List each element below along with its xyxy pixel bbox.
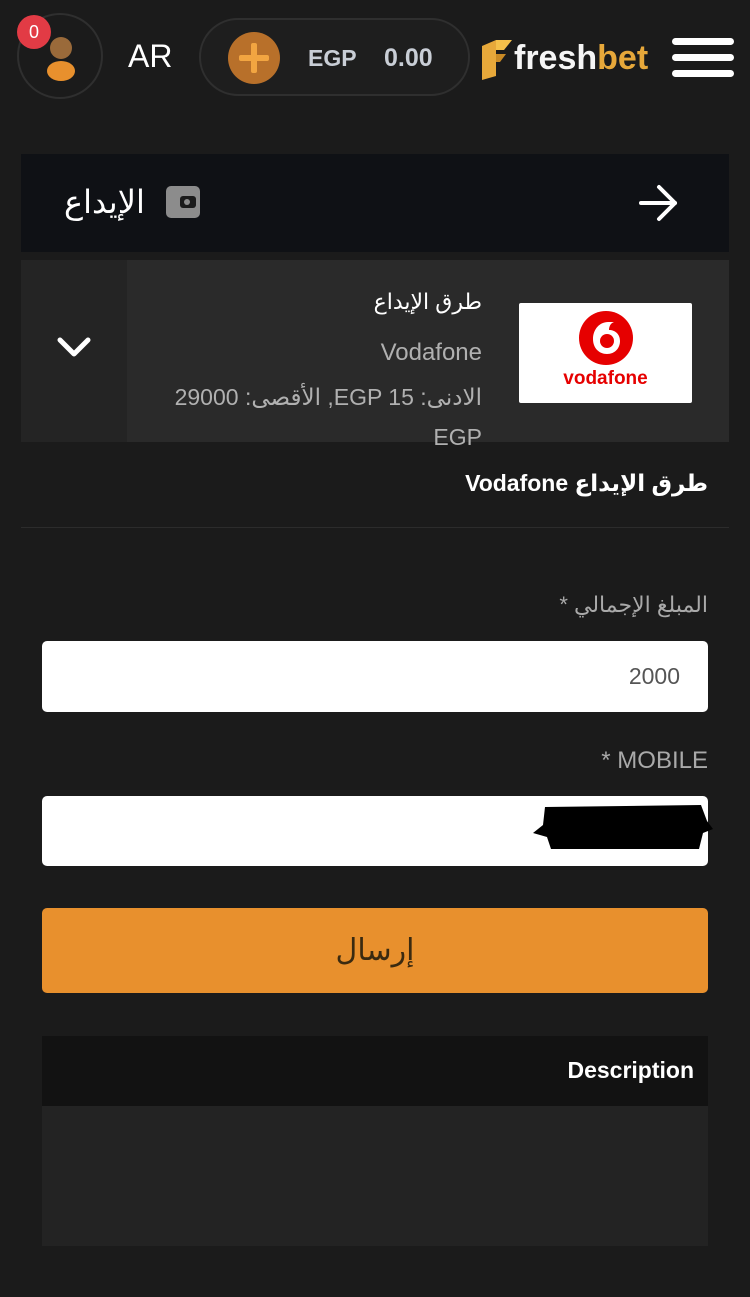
redaction-mark <box>533 805 713 849</box>
method-heading: طرق الإيداع <box>373 289 482 314</box>
section-divider <box>21 527 729 528</box>
method-name: Vodafone <box>380 339 482 366</box>
deposit-title: الإيداع <box>64 184 145 220</box>
hamburger-menu-icon[interactable] <box>672 38 734 78</box>
vodafone-wordmark: vodafone <box>563 368 648 389</box>
wallet-icon <box>166 186 200 218</box>
notification-badge: 0 <box>17 15 51 49</box>
description-body <box>42 1106 708 1246</box>
amount-label: المبلغ الإجمالي * <box>559 592 708 617</box>
mobile-label: * MOBILE <box>601 747 708 774</box>
description-title: Description <box>567 1057 694 1083</box>
method-info: طرق الإيداع Vodafone الادنى: EGP 15, الأ… <box>142 287 482 457</box>
chevron-down-icon <box>57 337 91 357</box>
arrow-right-icon[interactable] <box>637 180 681 226</box>
currency-label: EGP <box>308 45 357 71</box>
brand-logo-fresh: fresh <box>514 39 598 77</box>
freshbet-logo-icon <box>482 40 512 80</box>
plus-icon <box>239 43 269 73</box>
submit-button[interactable]: إرسال <box>42 908 708 993</box>
vodafone-speechmark-icon <box>579 311 633 365</box>
balance-amount: 0.00 <box>384 44 433 72</box>
selected-method-title: طرق الإيداع Vodafone <box>465 470 708 496</box>
amount-input[interactable] <box>42 641 708 712</box>
method-limits: الادنى: EGP 15, الأقصى: 29000 EGP <box>174 384 482 450</box>
add-funds-button[interactable] <box>228 32 280 84</box>
language-selector[interactable]: AR <box>128 38 172 75</box>
brand-logo[interactable]: freshbet <box>514 39 648 78</box>
brand-logo-bet: bet <box>597 39 649 77</box>
